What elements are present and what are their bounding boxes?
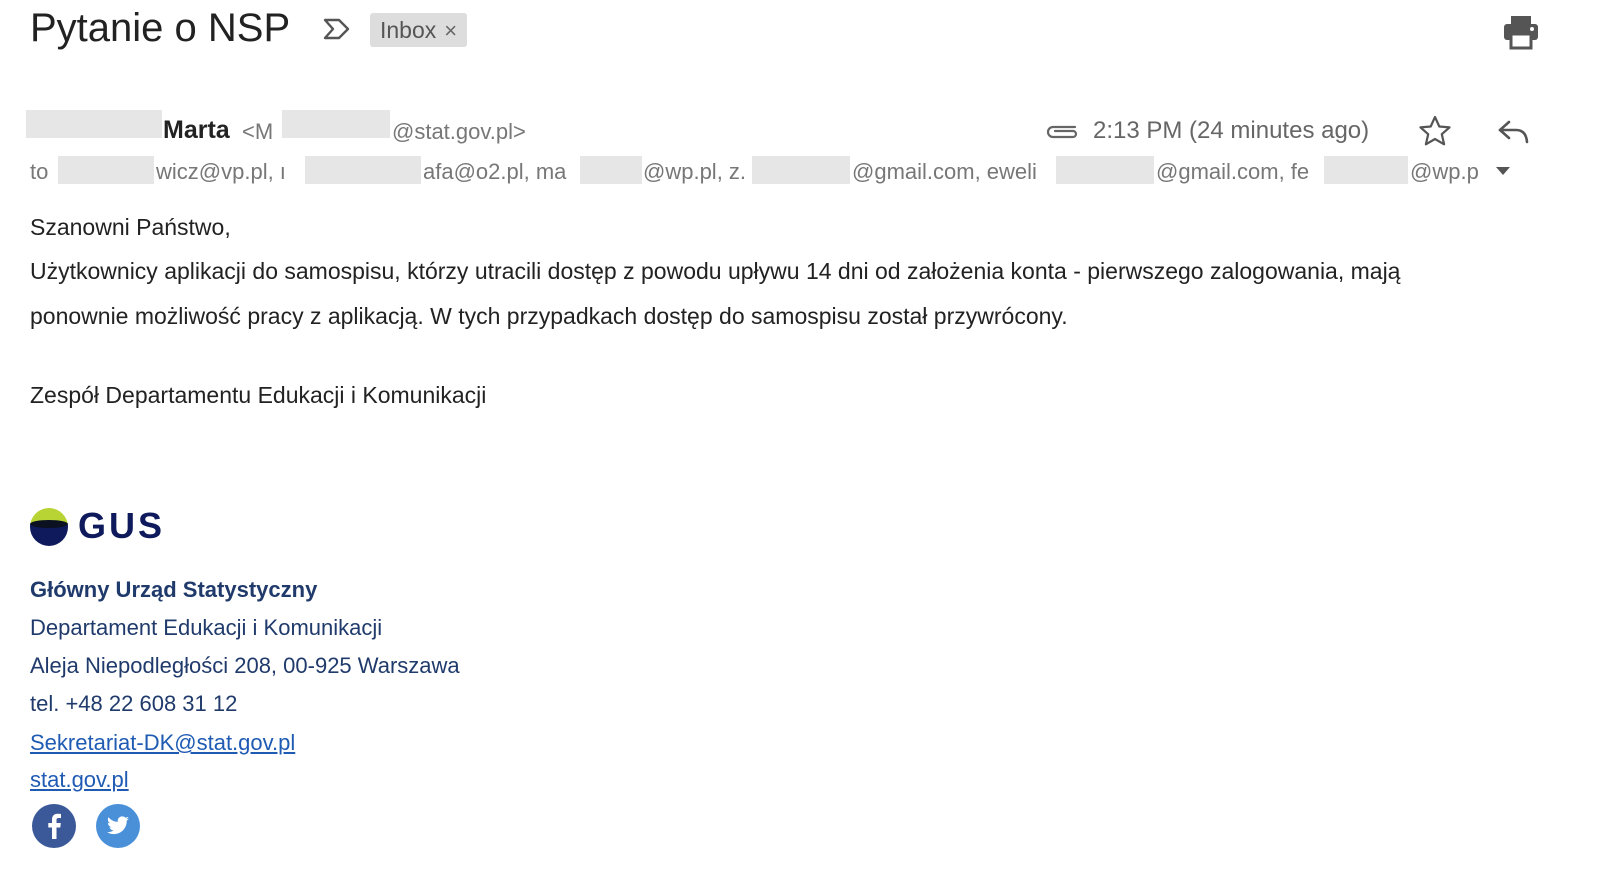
email-closing: Zespół Departamentu Edukacji i Komunikac…: [30, 382, 487, 408]
signature-address: Aleja Niepodległości 208, 00-925 Warszaw…: [30, 653, 460, 678]
recipient-text: wicz@vp.pl, ı: [156, 159, 286, 184]
star-icon[interactable]: [1418, 114, 1452, 148]
remove-label-icon[interactable]: ×: [444, 18, 457, 43]
redacted-recipient: [1324, 156, 1408, 184]
redacted-recipient: [305, 156, 421, 184]
email-subject: Pytanie o NSP: [30, 6, 291, 50]
sender-name[interactable]: Marta: [163, 116, 230, 145]
recipients-to-label: to: [30, 159, 49, 184]
email-timestamp: 2:13 PM (24 minutes ago): [1093, 117, 1370, 144]
redacted-recipient: [752, 156, 850, 184]
recipient-text: @gmail.com, eweli: [852, 159, 1037, 184]
important-marker-icon[interactable]: [322, 14, 352, 44]
chevron-down-icon[interactable]: [1495, 166, 1511, 176]
redacted-recipient: [580, 156, 642, 184]
label-inbox-chip[interactable]: Inbox ×: [370, 13, 468, 47]
twitter-icon[interactable]: [95, 803, 141, 849]
email-greeting: Szanowni Państwo,: [30, 214, 231, 240]
label-inbox-text: Inbox: [380, 17, 437, 43]
email-body-line: ponownie możliwość pracy z aplikacją. W …: [30, 303, 1068, 329]
email-body-line: Użytkownicy aplikacji do samospisu, któr…: [30, 258, 1401, 284]
recipient-text: @wp.p: [1410, 159, 1479, 184]
signature-phone: tel. +48 22 608 31 12: [30, 691, 238, 716]
signature-email-link[interactable]: Sekretariat-DK@stat.gov.pl: [30, 730, 295, 756]
signature-organization: Główny Urząd Statystyczny: [30, 577, 318, 602]
recipient-text: @gmail.com, fe: [1156, 159, 1310, 184]
attachment-icon: [1046, 125, 1078, 139]
print-icon[interactable]: [1502, 14, 1540, 50]
sender-email-prefix: <M: [242, 119, 274, 144]
redacted-recipient: [58, 156, 154, 184]
sender-email-domain: @stat.gov.pl>: [392, 119, 526, 144]
recipient-text: @wp.pl, z.: [643, 159, 747, 184]
redacted-sender-email: [282, 110, 390, 138]
recipient-text: afa@o2.pl, ma: [423, 159, 567, 184]
signature-department: Departament Edukacji i Komunikacji: [30, 615, 383, 640]
logo-text: GUS: [78, 505, 165, 546]
facebook-icon[interactable]: [31, 803, 77, 849]
gus-logo: GUS: [30, 505, 165, 546]
redacted-sender-surname: [26, 110, 162, 138]
reply-icon[interactable]: [1496, 116, 1530, 148]
signature-website-link[interactable]: stat.gov.pl: [30, 767, 129, 793]
redacted-recipient: [1056, 156, 1154, 184]
